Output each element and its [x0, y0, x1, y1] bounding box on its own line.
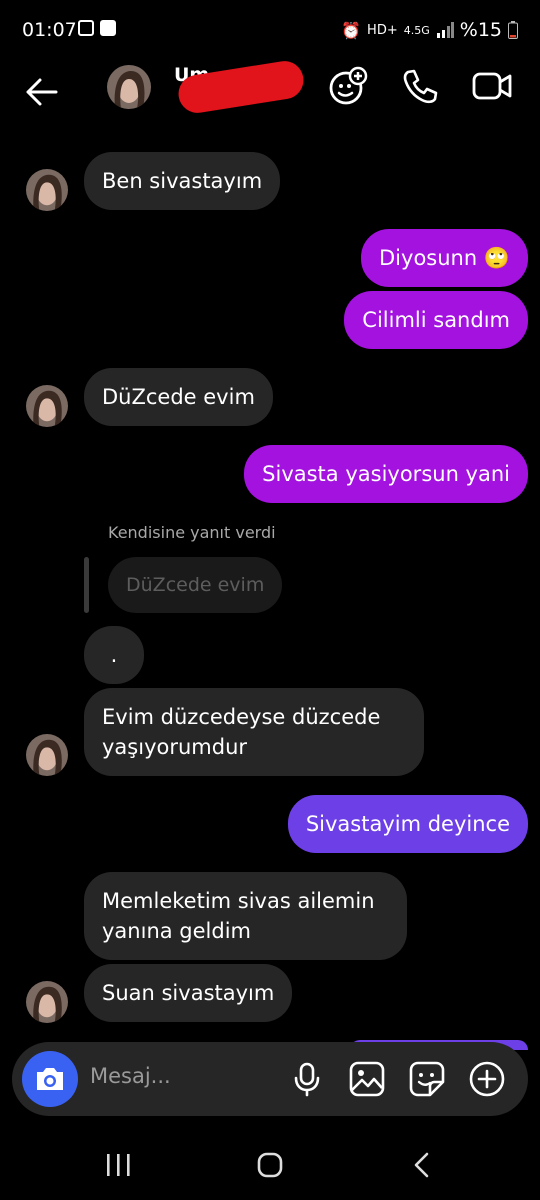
reply-indicator-bar [84, 557, 89, 613]
video-call-button[interactable] [472, 66, 512, 106]
phone-icon [403, 69, 438, 104]
signal-icon [436, 22, 454, 38]
system-navigation-bar [0, 1126, 540, 1200]
back-arrow-icon [26, 78, 58, 106]
chat-header: Um [0, 58, 540, 132]
status-right-icons: ⏰ HD+ 4.5G %15 [341, 19, 518, 41]
reply-context-label: Kendisine yanıt verdi [108, 523, 276, 542]
gallery-button[interactable] [348, 1060, 386, 1098]
alarm-icon: ⏰ [341, 20, 362, 40]
status-bar: 01:07 ⏰ HD+ 4.5G %15 [0, 0, 540, 62]
replied-message-quote[interactable]: DüZcede evim [108, 557, 283, 613]
sticker-icon [409, 1061, 445, 1097]
alert-notification-icon [100, 20, 116, 36]
message-incoming[interactable]: Evim düzcedeyse düzcede yaşıyorumdur [84, 688, 424, 776]
sender-avatar[interactable] [26, 169, 68, 211]
message-outgoing[interactable]: Diyosunn 🙄 [361, 229, 528, 287]
video-icon [472, 72, 512, 100]
message-incoming[interactable]: Ben sivastayım [84, 152, 281, 210]
home-icon [257, 1152, 283, 1178]
plus-circle-icon [469, 1061, 505, 1097]
camera-icon [37, 1068, 63, 1090]
home-button[interactable] [256, 1152, 284, 1182]
more-options-button[interactable] [468, 1060, 506, 1098]
camera-button[interactable] [22, 1051, 78, 1107]
chevron-left-icon [414, 1152, 429, 1178]
recent-apps-icon [107, 1154, 130, 1176]
battery-icon [508, 21, 518, 39]
message-outgoing[interactable]: Cilimli sandım [344, 291, 528, 349]
sender-avatar[interactable] [26, 385, 68, 427]
effects-button[interactable] [328, 66, 368, 106]
microphone-icon [294, 1062, 320, 1097]
message-outgoing[interactable]: Sivasta yasiyorsun yani [244, 445, 528, 503]
message-incoming[interactable]: . [84, 626, 144, 684]
sender-avatar[interactable] [26, 734, 68, 776]
hd-voice-icon: HD+ [367, 22, 398, 38]
sticker-button[interactable] [408, 1060, 446, 1098]
message-outgoing[interactable]: Sivastayim deyince [287, 795, 528, 853]
voice-call-button[interactable] [400, 66, 440, 106]
contact-avatar[interactable] [107, 65, 151, 109]
message-incoming[interactable]: Memleketim sivas ailemin yanına geldim [84, 872, 407, 960]
voice-message-button[interactable] [288, 1060, 326, 1098]
message-input[interactable]: Mesaj... [90, 1064, 171, 1088]
message-incoming[interactable]: DüZcede evim [84, 368, 273, 426]
sender-avatar[interactable] [26, 981, 68, 1023]
image-icon [349, 1061, 385, 1097]
gallery-notification-icon [78, 20, 94, 36]
message-composer: Mesaj... [12, 1042, 528, 1116]
back-button[interactable] [22, 72, 62, 112]
effects-icon [329, 66, 368, 105]
status-left-icons [78, 20, 116, 36]
network-type: 4.5G [403, 23, 430, 37]
back-nav-button[interactable] [410, 1152, 434, 1182]
recent-apps-button[interactable] [104, 1152, 134, 1182]
status-time: 01:07 [22, 19, 77, 41]
message-incoming[interactable]: Suan sivastayım [84, 964, 293, 1022]
battery-percent: %15 [459, 19, 502, 41]
